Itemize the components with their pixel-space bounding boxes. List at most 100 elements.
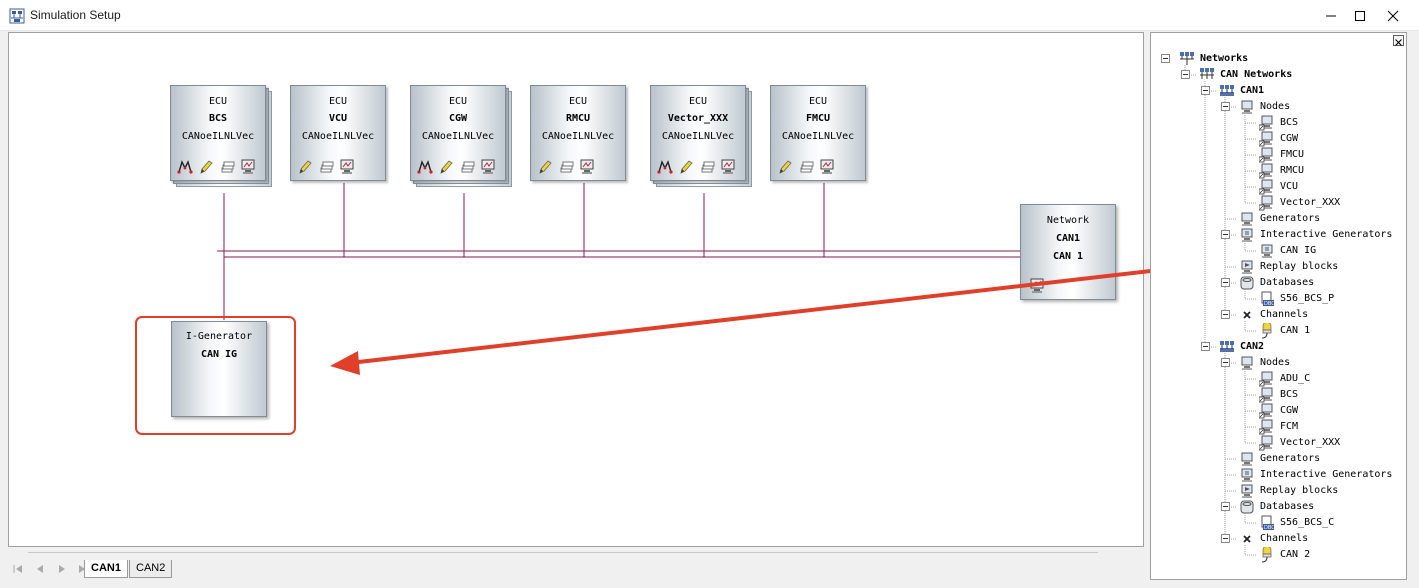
tree-item-label: VCU	[1280, 181, 1299, 192]
node-icon	[1259, 387, 1273, 403]
node-icon	[1259, 147, 1273, 163]
ecu-block-fmcu[interactable]: ECU FMCU CANoeILNLVec	[770, 85, 866, 181]
collapse-toggle-icon[interactable]	[1181, 70, 1190, 79]
tree-item-label: CAN1	[1240, 85, 1265, 96]
bus-icon	[1220, 85, 1234, 96]
ecu-kind-label: ECU	[808, 96, 828, 107]
edit-pencil-icon	[680, 160, 693, 174]
ecu-kind-label: ECU	[208, 96, 228, 107]
tree-item-label: Channels	[1260, 309, 1309, 320]
replay-blocks-icon	[1241, 484, 1253, 498]
network-tree-panel: Networks CAN Networks CAN1 Nodes BCS CGW FMCU R…	[1150, 32, 1407, 580]
tree-item-label: CGW	[1280, 133, 1299, 144]
node-icon	[1259, 163, 1273, 179]
monitor-icon	[340, 159, 354, 174]
node-icon	[1259, 419, 1273, 435]
collapse-toggle-icon[interactable]	[1201, 86, 1210, 95]
nodes-icon	[1241, 356, 1253, 370]
generator-icon	[1261, 244, 1273, 258]
collapse-toggle-icon[interactable]	[1161, 54, 1170, 63]
collapse-toggle-icon[interactable]	[1221, 358, 1230, 367]
generators-icon	[1241, 452, 1253, 466]
ecu-block-vector-xxx[interactable]: ECU Vector_XXX CANoeILNLVec	[650, 85, 752, 187]
ecu-sub-label: CANoeILNLVec	[541, 131, 615, 142]
tab-can1[interactable]: CAN1	[84, 560, 128, 578]
ecu-icon-row	[657, 159, 741, 175]
svg-text:DBC: DBC	[1264, 525, 1275, 531]
tab-can2[interactable]: CAN2	[129, 560, 173, 578]
tree-item-label: BCS	[1280, 117, 1299, 128]
tree-item-label: S56_BCS_C	[1280, 517, 1335, 528]
tree-item-label: Databases	[1260, 277, 1315, 288]
network-access-icon	[417, 160, 433, 174]
tree-item-label: S56_BCS_P	[1280, 293, 1335, 304]
next-tab-icon[interactable]	[56, 562, 68, 576]
ecu-block-vcu[interactable]: ECU VCU CANoeILNLVec	[290, 85, 386, 181]
ecu-sub-label: CANoeILNLVec	[661, 131, 735, 142]
node-icon	[1259, 403, 1273, 419]
ecu-icon-row	[297, 159, 360, 175]
networks-icon	[1180, 52, 1194, 65]
tree-item-label: CGW	[1280, 405, 1299, 416]
ecu-block-rmcu[interactable]: ECU RMCU CANoeILNLVec	[530, 85, 626, 181]
node-icon	[1259, 115, 1273, 131]
collapse-toggle-icon[interactable]	[1221, 230, 1230, 239]
monitor-icon	[241, 159, 255, 174]
stack-icon	[320, 161, 334, 173]
collapse-toggle-icon[interactable]	[1201, 342, 1210, 351]
replay-blocks-icon	[1241, 260, 1253, 274]
network-access-icon	[177, 160, 193, 174]
tree-item-label: ADU_C	[1280, 373, 1311, 384]
collapse-toggle-icon[interactable]	[1221, 102, 1230, 111]
horizontal-scrollbar[interactable]	[28, 552, 1098, 553]
network-channel-label: CAN 1	[1052, 251, 1084, 262]
tree-item-label: Nodes	[1260, 101, 1291, 112]
tree-item-label: Replay blocks	[1260, 261, 1339, 272]
ecu-block-bcs[interactable]: ECU BCS CANoeILNLVec	[170, 85, 272, 187]
minimize-icon	[1326, 15, 1336, 17]
monitor-icon	[580, 159, 594, 174]
maximize-button[interactable]	[1343, 0, 1377, 31]
collapse-toggle-icon[interactable]	[1221, 278, 1230, 287]
simulation-canvas[interactable]: ECU BCS CANoeILNLVec ECU VCU CANoeILNLVe…	[8, 32, 1144, 547]
close-button[interactable]	[1376, 0, 1410, 31]
tree-item-label: BCS	[1280, 389, 1299, 400]
prev-tab-icon[interactable]	[34, 562, 46, 576]
node-icon	[1259, 195, 1273, 211]
collapse-toggle-icon[interactable]	[1221, 534, 1230, 543]
node-icon	[1259, 131, 1273, 147]
tree-item-label: CAN 1	[1280, 325, 1311, 336]
network-name-label: CAN1	[1055, 233, 1081, 244]
monitor-icon	[481, 159, 495, 174]
tree-item-label: Nodes	[1260, 357, 1291, 368]
window-title: Simulation Setup	[30, 8, 121, 22]
edit-pencil-icon	[440, 160, 453, 174]
interactive-generators-icon	[1241, 228, 1253, 242]
tree-item-label: Generators	[1260, 213, 1321, 224]
ecu-sub-label: CANoeILNLVec	[421, 131, 495, 142]
ecu-sub-label: CANoeILNLVec	[181, 131, 255, 142]
tree-item-label: Replay blocks	[1260, 485, 1339, 496]
databases-icon	[1240, 276, 1254, 290]
stack-icon	[701, 161, 715, 173]
close-icon	[1387, 10, 1399, 22]
collapse-toggle-icon[interactable]	[1221, 502, 1230, 511]
network-block-can1[interactable]: Network CAN1 CAN 1	[1020, 204, 1116, 300]
ecu-icon-row	[777, 159, 840, 175]
svg-text:DBC: DBC	[1264, 301, 1275, 307]
tree-item-label: Databases	[1260, 501, 1315, 512]
ecu-block-cgw[interactable]: ECU CGW CANoeILNLVec	[410, 85, 512, 187]
ecu-name-label: RMCU	[565, 113, 591, 124]
ecu-name-label: FMCU	[805, 113, 831, 124]
tree-item-label: CAN Networks	[1220, 69, 1293, 80]
edit-pencil-icon	[539, 160, 552, 174]
collapse-toggle-icon[interactable]	[1221, 310, 1230, 319]
channel-icon	[1261, 323, 1272, 339]
can-networks-icon	[1200, 68, 1214, 79]
ecu-icon-row	[177, 159, 261, 175]
edit-pencil-icon	[200, 160, 213, 174]
tree-item-label: Networks	[1200, 53, 1249, 64]
tree-item-label: CAN2	[1240, 341, 1265, 352]
first-tab-icon[interactable]	[12, 562, 24, 576]
maximize-icon	[1355, 11, 1365, 21]
